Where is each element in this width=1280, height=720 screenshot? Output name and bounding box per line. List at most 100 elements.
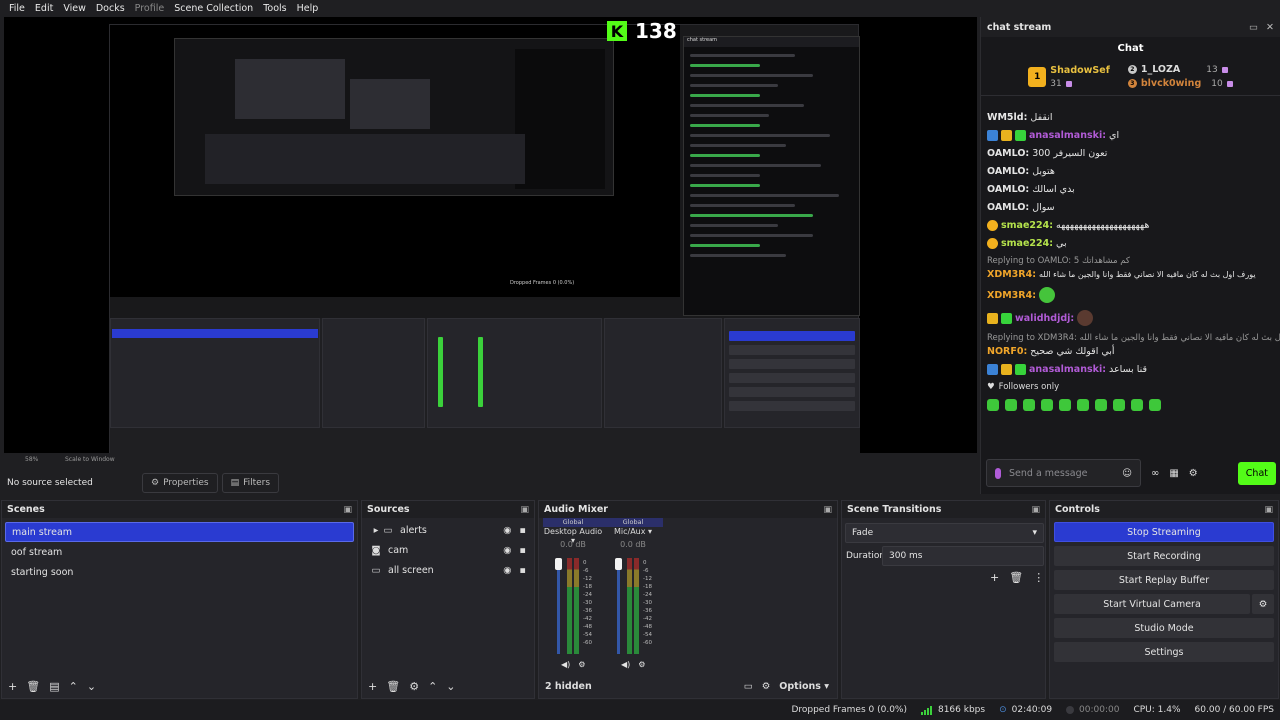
channel-device[interactable]: Mic/Aux ▾ xyxy=(603,527,663,540)
add-icon[interactable]: + xyxy=(368,680,377,693)
chat-username[interactable]: OAMLO: xyxy=(987,184,1029,195)
gear-icon[interactable]: ⚙ xyxy=(578,660,585,669)
emote-icon[interactable] xyxy=(987,399,999,411)
virtual-camera-settings-icon[interactable]: ⚙ xyxy=(1252,594,1274,614)
chat-username[interactable]: OAMLO: xyxy=(987,148,1029,159)
emote-icon[interactable] xyxy=(1113,399,1125,411)
emote-icon[interactable] xyxy=(1041,399,1053,411)
chat-username[interactable]: WM5ld: xyxy=(987,112,1027,123)
chat-username[interactable]: OAMLO: xyxy=(987,202,1029,213)
chat-username[interactable]: smae224: xyxy=(1001,238,1053,249)
start-recording-button[interactable]: Start Recording xyxy=(1054,546,1274,566)
chat-username[interactable]: anasalmanski: xyxy=(1029,130,1106,141)
send-chat-button[interactable]: Chat xyxy=(1237,461,1276,485)
gear-icon[interactable]: ⚙ xyxy=(409,680,419,693)
transition-type-select[interactable]: Fade ▾ xyxy=(845,523,1044,543)
dock-undock-icon[interactable]: ▣ xyxy=(823,505,832,515)
volume-fader-knob[interactable] xyxy=(555,558,562,570)
close-icon[interactable]: ✕ xyxy=(1266,22,1274,33)
store-icon[interactable]: ▦ xyxy=(1169,468,1178,479)
volume-fader-track[interactable] xyxy=(557,558,560,654)
stop-streaming-button[interactable]: Stop Streaming xyxy=(1054,522,1274,542)
add-icon[interactable]: + xyxy=(8,680,17,693)
chat-username[interactable]: smae224: xyxy=(1001,220,1053,231)
menu-file[interactable]: File xyxy=(4,3,30,14)
emote-icon[interactable] xyxy=(1095,399,1107,411)
chat-username[interactable]: walidhdjdj: xyxy=(1015,313,1074,324)
expand-arrow-icon[interactable]: ▸ xyxy=(370,525,382,536)
chat-username[interactable]: OAMLO: xyxy=(987,166,1029,177)
eye-icon[interactable]: ◉ xyxy=(503,565,511,576)
source-item[interactable]: ◙ cam ◉ ▪ xyxy=(362,540,534,560)
chat-username[interactable]: anasalmanski: xyxy=(1029,364,1106,375)
emote-icon[interactable] xyxy=(1023,399,1035,411)
zoom-level[interactable]: 58% xyxy=(25,456,38,463)
menu-edit[interactable]: Edit xyxy=(30,3,58,14)
move-up-icon[interactable]: ⌃ xyxy=(69,680,78,693)
options-dropdown[interactable]: Options ▾ xyxy=(779,681,837,692)
eye-icon[interactable]: ◉ xyxy=(503,525,511,536)
chat-messages[interactable]: WM5ld: انقفل anasalmanski: اي OAMLO: 300… xyxy=(981,112,1280,457)
volume-fader-knob[interactable] xyxy=(615,558,622,570)
trash-icon[interactable]: 🗑 xyxy=(1009,571,1023,584)
emoji-icon[interactable]: ☺ xyxy=(1122,468,1132,479)
emote-icon[interactable] xyxy=(1059,399,1071,411)
trash-icon[interactable]: 🗑 xyxy=(26,680,40,693)
source-item[interactable]: ▸ ▭ alerts ◉ ▪ xyxy=(362,520,534,540)
move-down-icon[interactable]: ⌄ xyxy=(87,680,96,693)
trash-icon[interactable]: 🗑 xyxy=(386,680,400,693)
float-icon[interactable]: ▭ xyxy=(1249,22,1258,33)
speaker-icon[interactable]: ◀) xyxy=(561,660,570,669)
emote-icon[interactable] xyxy=(1005,399,1017,411)
chat-username[interactable]: NORF0: xyxy=(987,346,1027,357)
start-replay-buffer-button[interactable]: Start Replay Buffer xyxy=(1054,570,1274,590)
speaker-icon[interactable]: ◀) xyxy=(621,660,630,669)
studio-mode-button[interactable]: Studio Mode xyxy=(1054,618,1274,638)
level-meter xyxy=(634,558,639,654)
emote-icon[interactable] xyxy=(1149,399,1161,411)
lock-icon[interactable]: ▪ xyxy=(520,545,526,556)
scene-item[interactable]: oof stream xyxy=(5,542,354,562)
filter-icon[interactable]: ▤ xyxy=(49,680,59,693)
eye-icon[interactable]: ◉ xyxy=(503,545,511,556)
menu-tools[interactable]: Tools xyxy=(258,3,291,14)
menu-profile[interactable]: Profile xyxy=(130,3,170,14)
chat-username[interactable]: XDM3R4: xyxy=(987,290,1036,301)
chat-username[interactable]: XDM3R4: xyxy=(987,269,1036,280)
settings-button[interactable]: Settings xyxy=(1054,642,1274,662)
emote-icon[interactable] xyxy=(1077,399,1089,411)
program-preview[interactable]: Dropped Frames 0 (0.0%) chat stream K 13… xyxy=(4,17,977,453)
menu-docks[interactable]: Docks xyxy=(91,3,130,14)
source-item[interactable]: ▭ all screen ◉ ▪ xyxy=(362,560,534,580)
menu-view[interactable]: View xyxy=(58,3,91,14)
gear-icon[interactable]: ⚙ xyxy=(762,681,771,692)
layout-icon[interactable]: ▭ xyxy=(744,681,753,692)
dock-undock-icon[interactable]: ▣ xyxy=(520,505,529,515)
filters-button[interactable]: ▤ Filters xyxy=(221,473,280,493)
dock-undock-icon[interactable]: ▣ xyxy=(1264,505,1273,515)
emote-icon[interactable] xyxy=(1131,399,1143,411)
dock-undock-icon[interactable]: ▣ xyxy=(1031,505,1040,515)
more-icon[interactable]: ⋮ xyxy=(1033,571,1044,584)
link-icon[interactable]: ∞ xyxy=(1151,468,1159,479)
lock-icon[interactable]: ▪ xyxy=(520,525,526,536)
start-virtual-camera-button[interactable]: Start Virtual Camera xyxy=(1054,594,1250,614)
add-icon[interactable]: + xyxy=(990,571,999,584)
duration-input[interactable]: 300 ms xyxy=(882,546,1044,566)
chat-input[interactable]: Send a message ☺ xyxy=(986,459,1141,487)
menu-help[interactable]: Help xyxy=(292,3,324,14)
scene-item[interactable]: starting soon xyxy=(5,562,354,582)
lock-icon[interactable]: ▪ xyxy=(520,565,526,576)
move-down-icon[interactable]: ⌄ xyxy=(446,680,455,693)
channel-device[interactable]: Desktop Audio ▾ xyxy=(543,527,603,545)
subscriber-badge-icon xyxy=(1015,364,1026,375)
settings-icon[interactable]: ⚙ xyxy=(1189,468,1198,479)
dock-undock-icon[interactable]: ▣ xyxy=(343,505,352,515)
properties-button[interactable]: ⚙ Properties xyxy=(142,473,218,493)
scene-item[interactable]: main stream xyxy=(5,522,354,542)
gear-icon[interactable]: ⚙ xyxy=(638,660,645,669)
move-up-icon[interactable]: ⌃ xyxy=(428,680,437,693)
menu-scene-collection[interactable]: Scene Collection xyxy=(169,3,258,14)
scale-mode[interactable]: Scale to Window xyxy=(65,456,115,463)
volume-fader-track[interactable] xyxy=(617,558,620,654)
